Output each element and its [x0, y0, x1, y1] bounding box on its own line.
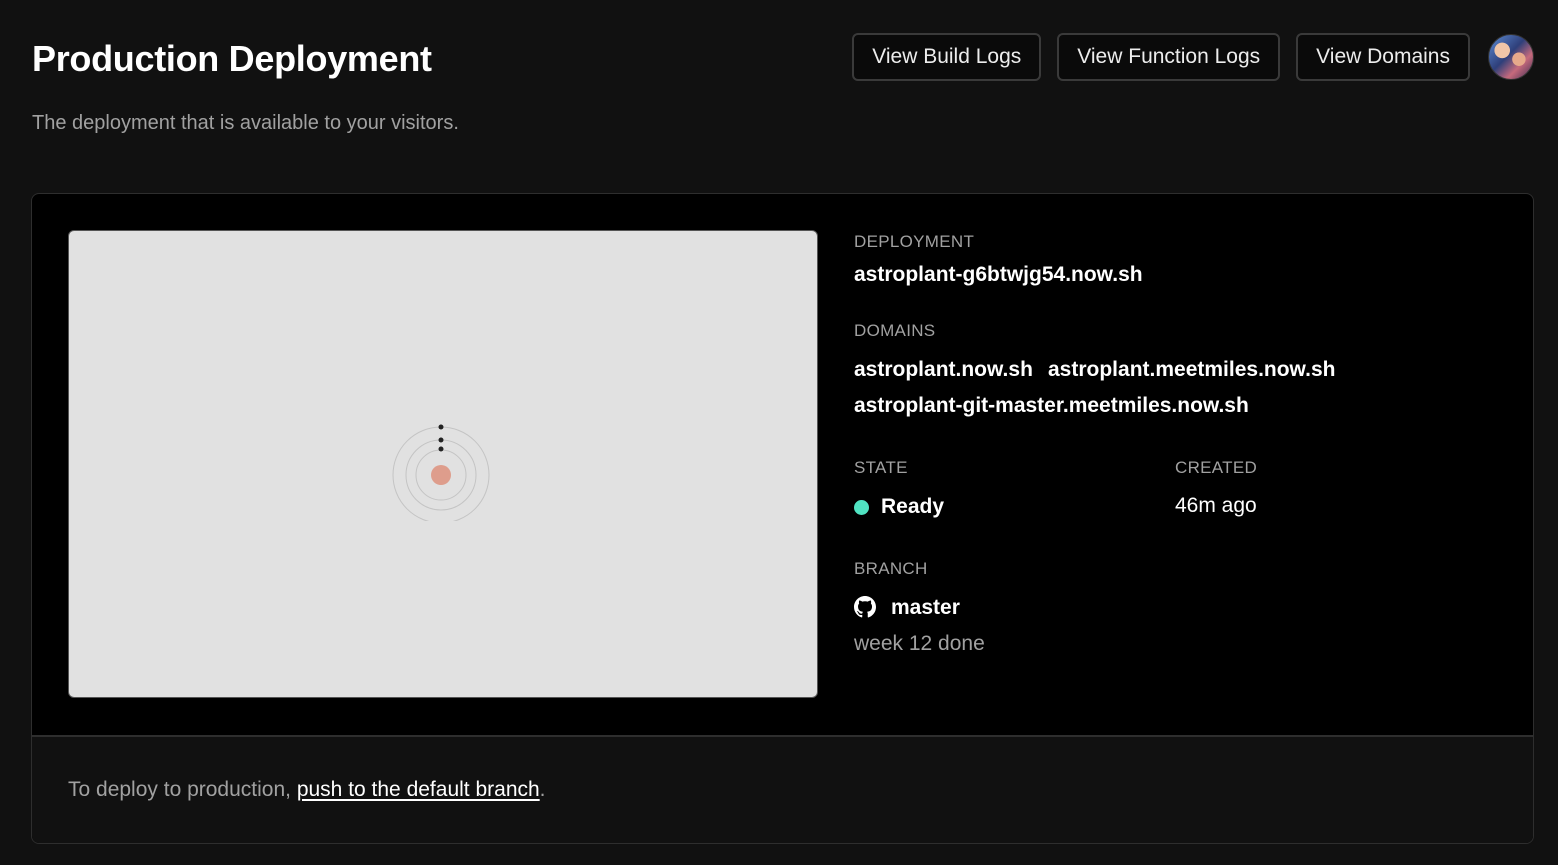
state-label: STATE	[854, 458, 908, 477]
page: Production Deployment The deployment tha…	[0, 0, 1558, 865]
branch-label: BRANCH	[854, 559, 928, 578]
card-footer: To deploy to production, push to the def…	[32, 735, 1533, 843]
deployment-url-link[interactable]: astroplant-g6btwjg54.now.sh	[854, 263, 1143, 287]
view-build-logs-button[interactable]: View Build Logs	[852, 33, 1042, 81]
astroplant-logo-icon	[392, 424, 490, 521]
github-icon	[854, 596, 876, 618]
commit-message: week 12 done	[854, 632, 985, 655]
domain-link[interactable]: astroplant.now.sh	[854, 358, 1033, 382]
status-dot	[854, 500, 869, 515]
created-value: 46m ago	[1175, 494, 1257, 517]
state-value: Ready	[881, 495, 945, 518]
view-domains-button[interactable]: View Domains	[1296, 33, 1470, 81]
page-subtitle: The deployment that is available to your…	[32, 112, 459, 134]
footer-suffix: .	[539, 778, 546, 801]
deployment-label: DEPLOYMENT	[854, 232, 975, 251]
header-actions: View Build Logs View Function Logs View …	[852, 33, 1534, 81]
view-function-logs-button[interactable]: View Function Logs	[1057, 33, 1281, 81]
domains-label: DOMAINS	[854, 321, 936, 340]
footer-text: To deploy to production,	[68, 778, 297, 801]
push-default-branch-link[interactable]: push to the default branch	[297, 778, 540, 802]
domain-link[interactable]: astroplant-git-master.meetmiles.now.sh	[854, 394, 1249, 418]
branch-name-link[interactable]: master	[891, 596, 960, 620]
page-title: Production Deployment	[32, 38, 432, 79]
avatar[interactable]	[1488, 34, 1534, 80]
created-label: CREATED	[1175, 458, 1258, 477]
deployment-preview[interactable]	[68, 230, 818, 698]
domain-link[interactable]: astroplant.meetmiles.now.sh	[1048, 358, 1335, 382]
deployment-card: DEPLOYMENT astroplant-g6btwjg54.now.sh D…	[31, 193, 1534, 844]
